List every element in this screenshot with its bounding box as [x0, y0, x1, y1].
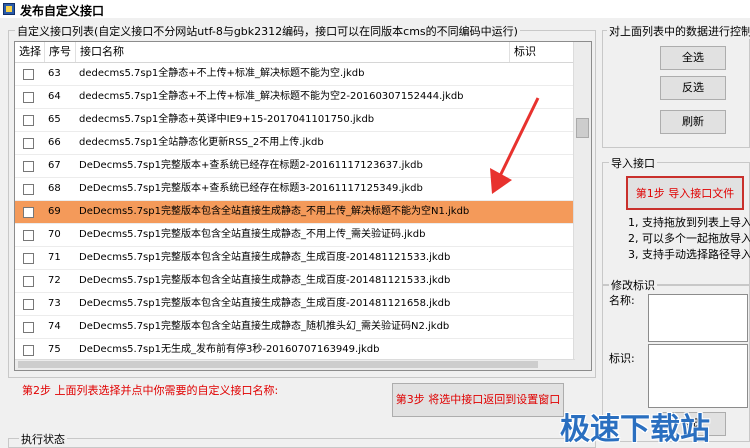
table-row[interactable]: 73 DeDecms5.7sp1完整版本包含全站直接生成静态_生成百度-20148… — [15, 293, 591, 316]
modify-id-group-label: 修改标识 — [609, 277, 657, 293]
column-header-name[interactable]: 接口名称 — [76, 42, 510, 62]
row-checkbox[interactable] — [23, 138, 34, 149]
interface-list[interactable]: 选择 序号 接口名称 标识 63 dedecms5.7sp1全静态+不上传+标准_… — [14, 41, 592, 371]
row-number: 69 — [48, 206, 61, 217]
row-name: dedecms5.7sp1全静态+不上传+标准_解决标题不能为空2-201603… — [79, 91, 464, 102]
table-row[interactable]: 66 dedecms5.7sp1全站静态化更新RSS_2不用上传.jkdb — [15, 132, 591, 155]
table-row[interactable]: 64 dedecms5.7sp1全静态+不上传+标准_解决标题不能为空2-2016… — [15, 86, 591, 109]
row-number: 71 — [48, 252, 61, 263]
row-number: 65 — [48, 114, 61, 125]
row-checkbox[interactable] — [23, 299, 34, 310]
table-row[interactable]: 71 DeDecms5.7sp1完整版本包含全站直接生成静态_生成百度-20148… — [15, 247, 591, 270]
row-name: DeDecms5.7sp1完整版本包含全站直接生成静态_生成百度-2014811… — [79, 252, 451, 263]
row-number: 66 — [48, 137, 61, 148]
refresh-button[interactable]: 刷新 — [660, 110, 726, 134]
row-checkbox[interactable] — [23, 276, 34, 287]
watermark: 极速下载站 — [560, 412, 710, 447]
import-file-button[interactable]: 第1步 导入接口文件 — [626, 176, 744, 210]
step2-instruction: 第2步 上面列表选择并点中你需要的自定义接口名称: — [22, 384, 279, 397]
import-hint-2: 2, 可以多个一起拖放导入 — [628, 232, 750, 245]
column-header-id[interactable]: 标识 — [510, 42, 574, 62]
row-checkbox[interactable] — [23, 230, 34, 241]
row-checkbox[interactable] — [23, 161, 34, 172]
horizontal-scroll-thumb[interactable] — [18, 361, 538, 368]
row-number: 64 — [48, 91, 61, 102]
select-all-button[interactable]: 全选 — [660, 46, 726, 70]
horizontal-scrollbar[interactable] — [15, 359, 575, 370]
table-row[interactable]: 70 DeDecms5.7sp1完整版本包含全站直接生成静态_不用上传_需关验证码… — [15, 224, 591, 247]
id-input[interactable] — [648, 344, 748, 408]
table-row[interactable]: 72 DeDecms5.7sp1完整版本包含全站直接生成静态_生成百度-20148… — [15, 270, 591, 293]
row-checkbox[interactable] — [23, 322, 34, 333]
invert-selection-button[interactable]: 反选 — [660, 76, 726, 100]
status-group: 执行状态 — [8, 431, 596, 448]
name-label: 名称: — [609, 294, 635, 307]
row-number: 70 — [48, 229, 61, 240]
import-hint-1: 1, 支持拖放到列表上导入 — [628, 216, 750, 229]
table-row[interactable]: 65 dedecms5.7sp1全静态+英译中IE9+15-20170411017… — [15, 109, 591, 132]
name-input[interactable] — [648, 294, 748, 342]
row-name: DeDecms5.7sp1完整版本包含全站直接生成静态_不用上传_解决标题不能为… — [79, 206, 470, 217]
row-name: DeDecms5.7sp1完整版本包含全站直接生成静态_生成百度-2014811… — [79, 298, 451, 309]
row-name: dedecms5.7sp1全站静态化更新RSS_2不用上传.jkdb — [79, 137, 324, 148]
app-icon — [3, 3, 15, 15]
row-checkbox[interactable] — [23, 92, 34, 103]
row-name: DeDecms5.7sp1完整版本包含全站直接生成静态_随机推头幻_需关验证码N… — [79, 321, 450, 332]
id-label: 标识: — [609, 352, 635, 365]
row-number: 63 — [48, 68, 61, 79]
row-name: DeDecms5.7sp1完整版本包含全站直接生成静态_生成百度-2014811… — [79, 275, 451, 286]
title-bar: 发布自定义接口 — [0, 0, 750, 18]
list-header: 选择 序号 接口名称 标识 — [15, 42, 591, 63]
row-checkbox[interactable] — [23, 345, 34, 356]
row-checkbox[interactable] — [23, 69, 34, 80]
row-name: dedecms5.7sp1全静态+不上传+标准_解决标题不能为空.jkdb — [79, 68, 365, 79]
row-checkbox[interactable] — [23, 184, 34, 195]
list-control-group-label: 对上面列表中的数据进行控制 — [607, 23, 750, 39]
row-name: DeDecms5.7sp1完整版本+查系统已经存在标题3-20161117125… — [79, 183, 423, 194]
interface-list-group-label: 自定义接口列表(自定义接口不分网站utf-8与gbk2312编码，接口可以在同版… — [15, 23, 520, 39]
table-row[interactable]: 63 dedecms5.7sp1全静态+不上传+标准_解决标题不能为空.jkdb — [15, 63, 591, 86]
row-checkbox[interactable] — [23, 115, 34, 126]
window-title: 发布自定义接口 — [20, 4, 105, 18]
row-name: DeDecms5.7sp1完整版本+查系统已经存在标题2-20161117123… — [79, 160, 423, 171]
column-header-select[interactable]: 选择 — [15, 42, 45, 62]
dialog-client: 自定义接口列表(自定义接口不分网站utf-8与gbk2312编码，接口可以在同版… — [0, 18, 750, 448]
vertical-scrollbar[interactable] — [573, 42, 591, 370]
table-row[interactable]: 67 DeDecms5.7sp1完整版本+查系统已经存在标题2-201611171… — [15, 155, 591, 178]
import-hint-3: 3, 支持手动选择路径导入 — [628, 248, 750, 261]
table-row[interactable]: 68 DeDecms5.7sp1完整版本+查系统已经存在标题3-201611171… — [15, 178, 591, 201]
row-number: 74 — [48, 321, 61, 332]
row-number: 67 — [48, 160, 61, 171]
table-row[interactable]: 69 DeDecms5.7sp1完整版本包含全站直接生成静态_不用上传_解决标题不… — [15, 201, 591, 224]
column-header-number[interactable]: 序号 — [45, 42, 76, 62]
row-number: 73 — [48, 298, 61, 309]
import-group-label: 导入接口 — [609, 155, 657, 171]
row-checkbox[interactable] — [23, 207, 34, 218]
row-name: DeDecms5.7sp1无生成_发布前有停3秒-20160707163949.… — [79, 344, 380, 355]
status-group-label: 执行状态 — [19, 431, 67, 447]
table-row[interactable]: 74 DeDecms5.7sp1完整版本包含全站直接生成静态_随机推头幻_需关验证… — [15, 316, 591, 339]
row-number: 75 — [48, 344, 61, 355]
step3-return-button[interactable]: 第3步 将选中接口返回到设置窗口 — [392, 383, 564, 417]
row-checkbox[interactable] — [23, 253, 34, 264]
vertical-scroll-thumb[interactable] — [576, 118, 589, 138]
row-number: 72 — [48, 275, 61, 286]
row-name: DeDecms5.7sp1完整版本包含全站直接生成静态_不用上传_需关验证码.j… — [79, 229, 426, 240]
row-number: 68 — [48, 183, 61, 194]
row-name: dedecms5.7sp1全静态+英译中IE9+15-2017041101750… — [79, 114, 375, 125]
